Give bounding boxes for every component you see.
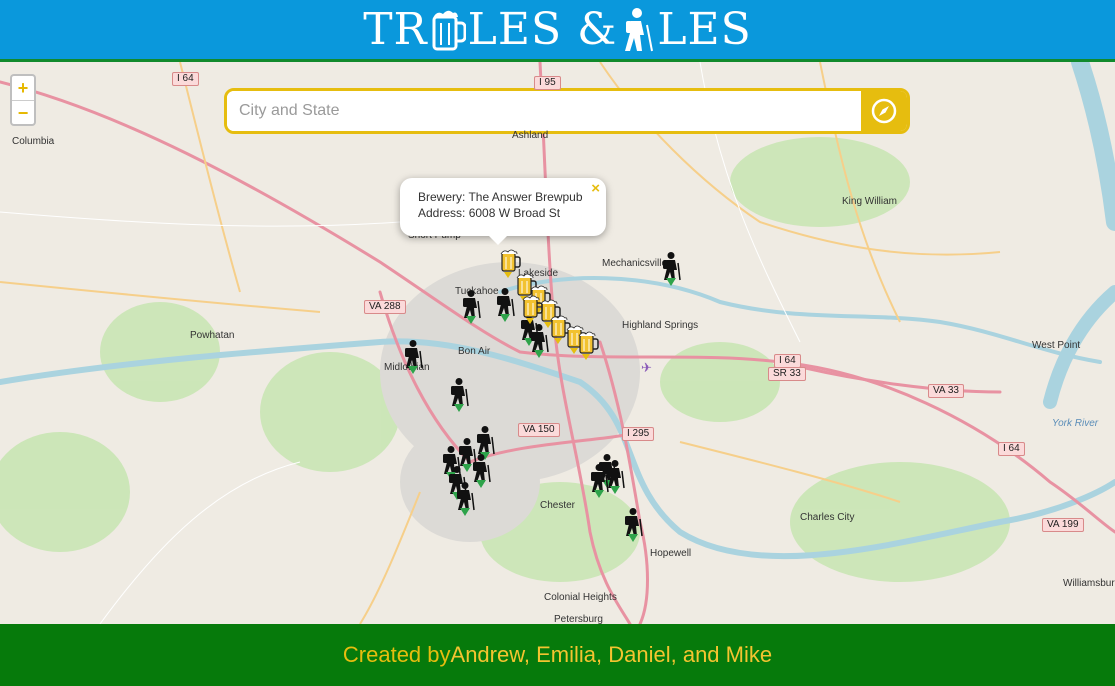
site-header: TR LES & LES xyxy=(0,0,1115,62)
brewery-marker-beer-mug-icon[interactable] xyxy=(522,294,544,329)
trail-marker-hiker-icon[interactable] xyxy=(660,252,682,291)
zoom-out-button[interactable]: − xyxy=(12,100,34,124)
footer-prefix: Created by xyxy=(342,642,451,667)
logo-text-mid: LES & xyxy=(467,4,618,55)
airport-icon: ✈ xyxy=(641,360,652,375)
popup-brewery-name: Brewery: The Answer Brewpub xyxy=(418,190,583,204)
city-state-input[interactable] xyxy=(227,91,861,131)
trail-marker-hiker-icon[interactable] xyxy=(622,508,644,547)
route-shield: I 295 xyxy=(622,427,655,441)
brewery-popup: Brewery: The Answer Brewpub Address: 600… xyxy=(400,178,606,245)
locate-button[interactable] xyxy=(861,91,907,131)
logo-text-left: TR xyxy=(363,4,428,55)
route-shield: I 95 xyxy=(534,76,561,90)
place-label: Williamsburg xyxy=(1063,578,1115,589)
place-label: Hopewell xyxy=(650,548,692,559)
trail-marker-hiker-icon[interactable] xyxy=(588,464,610,503)
place-label: Mechanicsville xyxy=(602,258,668,269)
site-logo[interactable]: TR LES & LES xyxy=(363,4,752,55)
route-shield: VA 199 xyxy=(1042,518,1084,532)
place-label: Powhatan xyxy=(190,330,235,341)
place-label: Highland Springs xyxy=(622,320,699,331)
site-footer: Created by Andrew, Emilia, Daniel, and M… xyxy=(0,624,1115,686)
popup-close-button[interactable]: × xyxy=(591,181,600,197)
hiker-icon xyxy=(625,7,654,51)
place-label: Petersburg xyxy=(554,614,603,624)
zoom-in-button[interactable]: + xyxy=(12,76,34,100)
route-shield: SR 33 xyxy=(768,367,806,381)
beer-mug-icon xyxy=(432,10,466,50)
place-label: Colonial Heights xyxy=(544,592,617,603)
brewery-marker-beer-mug-icon[interactable] xyxy=(578,330,600,365)
logo-text-right: LES xyxy=(657,4,752,55)
place-label: Charles City xyxy=(800,512,855,523)
route-shield: VA 150 xyxy=(518,423,560,437)
route-shield: I 64 xyxy=(172,72,199,86)
place-label: Chester xyxy=(540,500,576,511)
trail-marker-hiker-icon[interactable] xyxy=(470,454,492,493)
popup-brewery-address: Address: 6008 W Broad St xyxy=(418,206,561,220)
trail-marker-hiker-icon[interactable] xyxy=(448,378,470,417)
route-shield: I 64 xyxy=(774,354,801,368)
trail-marker-hiker-icon[interactable] xyxy=(494,288,516,327)
popup-tip xyxy=(488,235,508,245)
route-shield: VA 288 xyxy=(364,300,406,314)
compass-icon xyxy=(871,98,897,124)
zoom-control: + − xyxy=(10,74,36,126)
trail-marker-hiker-icon[interactable] xyxy=(402,340,424,379)
footer-authors: Andrew, Emilia, Daniel, and Mike xyxy=(450,642,773,667)
place-label: West Point xyxy=(1032,340,1081,351)
location-search xyxy=(224,88,910,134)
place-label: Columbia xyxy=(12,136,55,147)
route-shield: I 64 xyxy=(998,442,1025,456)
place-label: Bon Air xyxy=(458,346,491,357)
map-canvas[interactable]: + − Columbia Ashland King William Short … xyxy=(0,62,1115,624)
route-shield: VA 33 xyxy=(928,384,964,398)
trail-marker-hiker-icon[interactable] xyxy=(460,290,482,329)
place-label: King William xyxy=(842,196,898,207)
place-label: Ashland xyxy=(512,130,549,141)
place-label: York River xyxy=(1052,418,1099,429)
